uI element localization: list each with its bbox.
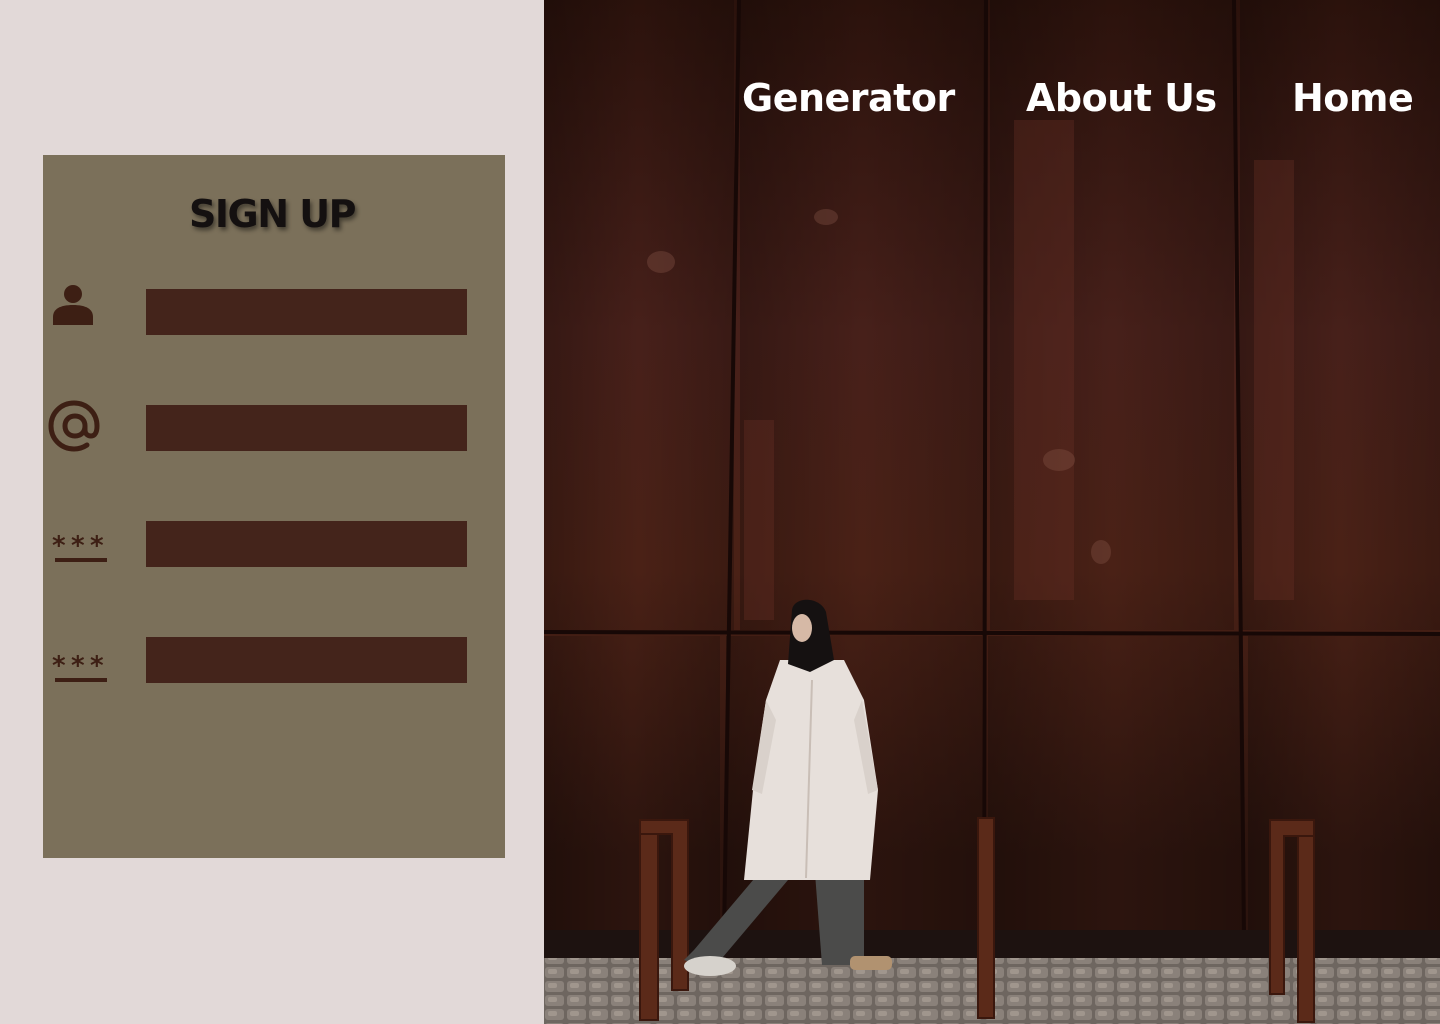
svg-text:*: * [52, 651, 66, 681]
signup-pane: SIGN UP * * * * * * [0, 0, 544, 1024]
nav-generator[interactable]: Generator [742, 76, 955, 120]
svg-text:*: * [90, 531, 104, 561]
password-icon: * * * [52, 531, 107, 562]
signup-title: SIGN UP [189, 192, 356, 236]
nav-home[interactable]: Home [1292, 76, 1414, 120]
svg-text:*: * [71, 651, 85, 681]
signup-card [43, 155, 505, 858]
svg-text:*: * [52, 531, 66, 561]
at-sign-icon [48, 400, 100, 452]
user-icon [53, 285, 93, 325]
svg-text:*: * [71, 531, 85, 561]
username-field[interactable] [146, 289, 467, 335]
password-field[interactable] [146, 521, 467, 567]
nav-about-us[interactable]: About Us [1026, 76, 1217, 120]
hero-image: Generator About Us Home [544, 0, 1440, 1024]
password-confirm-icon: * * * [52, 651, 107, 682]
svg-text:*: * [90, 651, 104, 681]
confirm-password-field[interactable] [146, 637, 467, 683]
hero-photo [544, 0, 1440, 1024]
email-field[interactable] [146, 405, 467, 451]
